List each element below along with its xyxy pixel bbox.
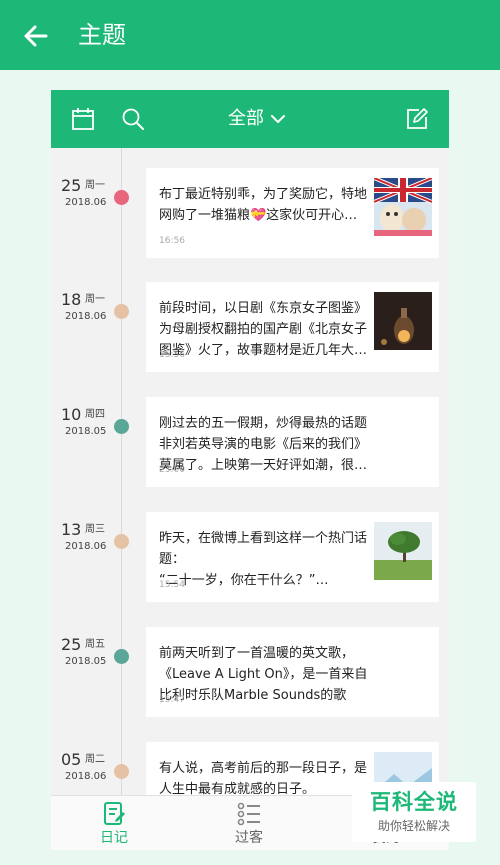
entry-time: 15:47 bbox=[159, 695, 185, 705]
entry-year-month: 2018.06 bbox=[65, 197, 107, 208]
entry-day: 13 bbox=[61, 520, 82, 539]
timeline-dot bbox=[114, 190, 129, 205]
entry-weekday: 周一 bbox=[85, 294, 105, 305]
calendar-icon[interactable] bbox=[71, 107, 95, 131]
entry-text: 昨天，在微博上看到这样一个热门话题： “二十一岁，你在干什么？”… bbox=[159, 531, 368, 588]
entry-card[interactable]: 前段时间，以日剧《东京女子图鉴》为母剧授权翻拍的国产剧《北京女子图鉴》火了，故事… bbox=[146, 282, 439, 372]
entry-time: 16:56 bbox=[159, 236, 185, 246]
category-filter-label: 全部 bbox=[228, 108, 264, 129]
diary-icon bbox=[104, 802, 125, 825]
nav-tab-diary[interactable]: 日记 bbox=[69, 796, 159, 850]
search-icon[interactable] bbox=[121, 107, 145, 131]
diary-entry[interactable]: 25 周一 2018.06 布丁最近特别乖，为了奖励它，特地网购了一堆猫粮💝这家… bbox=[51, 168, 449, 258]
watermark-subtitle: 助你轻松解决 bbox=[377, 819, 450, 833]
entry-text: 前段时间，以日剧《东京女子图鉴》为母剧授权翻拍的国产剧《北京女子图鉴》火了，故事… bbox=[159, 301, 368, 358]
entry-text: 前两天听到了一首温暖的英文歌，《Leave A Light On》，是一首来自比… bbox=[159, 646, 368, 703]
nav-tab-passersby-label: 过客 bbox=[235, 830, 263, 846]
nav-tab-passersby[interactable]: 过客 bbox=[204, 796, 294, 850]
back-arrow-icon[interactable] bbox=[22, 22, 50, 50]
entry-year-month: 2018.06 bbox=[65, 541, 107, 552]
entry-day: 18 bbox=[61, 290, 82, 309]
watermark-title: 百科全说 bbox=[370, 790, 458, 814]
entry-text: 刚过去的五一假期，炒得最热的话题非刘若英导演的电影《后来的我们》莫属了。上映第一… bbox=[159, 416, 368, 473]
diary-entry[interactable]: 10 周四 2018.05 刚过去的五一假期，炒得最热的话题非刘若英导演的电影《… bbox=[51, 397, 449, 487]
list-icon bbox=[237, 802, 260, 826]
timeline-dot bbox=[114, 534, 129, 549]
entry-time: 15:54 bbox=[159, 580, 185, 590]
edit-icon[interactable] bbox=[405, 107, 429, 131]
timeline-dot bbox=[114, 419, 129, 434]
entry-weekday: 周三 bbox=[85, 524, 105, 535]
entry-year-month: 2018.05 bbox=[65, 426, 107, 437]
nav-tab-diary-label: 日记 bbox=[100, 830, 128, 846]
timeline-dot bbox=[114, 649, 129, 664]
watermark-logo: 百科全说 助你轻松解决 bbox=[352, 782, 476, 842]
entry-weekday: 周一 bbox=[85, 180, 105, 191]
entry-card[interactable]: 布丁最近特别乖，为了奖励它，特地网购了一堆猫粮💝这家伙可开心… 16:56 bbox=[146, 168, 439, 258]
entry-time: 15:56 bbox=[159, 350, 185, 360]
entry-card[interactable]: 前两天听到了一首温暖的英文歌，《Leave A Light On》，是一首来自比… bbox=[146, 627, 439, 717]
entry-day: 25 bbox=[61, 635, 82, 654]
diary-toolbar: 全部 bbox=[51, 90, 449, 148]
category-filter-dropdown[interactable]: 全部 bbox=[228, 106, 285, 132]
cats-photo bbox=[374, 178, 432, 236]
entry-day: 05 bbox=[61, 750, 82, 769]
page-title: 主题 bbox=[78, 21, 126, 49]
diary-entry[interactable]: 25 周五 2018.05 前两天听到了一首温暖的英文歌，《Leave A Li… bbox=[51, 627, 449, 717]
chevron-down-icon bbox=[271, 115, 285, 123]
entry-year-month: 2018.05 bbox=[65, 656, 107, 667]
entry-weekday: 周二 bbox=[85, 754, 105, 765]
diary-panel: 全部 25 周一 2018.06 布丁最近特别乖，为了奖励它，特地网购了一堆猫粮… bbox=[51, 90, 449, 850]
entry-weekday: 周四 bbox=[85, 409, 105, 420]
entry-day: 10 bbox=[61, 405, 82, 424]
entry-time: 23:00 bbox=[159, 465, 185, 475]
diary-entry[interactable]: 13 周三 2018.06 昨天，在微博上看到这样一个热门话题： “二十一岁，你… bbox=[51, 512, 449, 602]
entry-card[interactable]: 昨天，在微博上看到这样一个热门话题： “二十一岁，你在干什么？”… 15:54 bbox=[146, 512, 439, 602]
entry-day: 25 bbox=[61, 176, 82, 195]
timeline-dot bbox=[114, 764, 129, 779]
entry-card[interactable]: 刚过去的五一假期，炒得最热的话题非刘若英导演的电影《后来的我们》莫属了。上映第一… bbox=[146, 397, 439, 487]
entry-year-month: 2018.06 bbox=[65, 311, 107, 322]
tree-photo bbox=[374, 522, 432, 580]
dark-photo bbox=[374, 292, 432, 350]
entry-text: 布丁最近特别乖，为了奖励它，特地网购了一堆猫粮💝这家伙可开心… bbox=[159, 187, 368, 223]
diary-entry[interactable]: 18 周一 2018.06 前段时间，以日剧《东京女子图鉴》为母剧授权翻拍的国产… bbox=[51, 282, 449, 372]
entry-year-month: 2018.06 bbox=[65, 771, 107, 782]
entry-weekday: 周五 bbox=[85, 639, 105, 650]
app-bar: 主题 bbox=[0, 0, 500, 70]
timeline-dot bbox=[114, 304, 129, 319]
